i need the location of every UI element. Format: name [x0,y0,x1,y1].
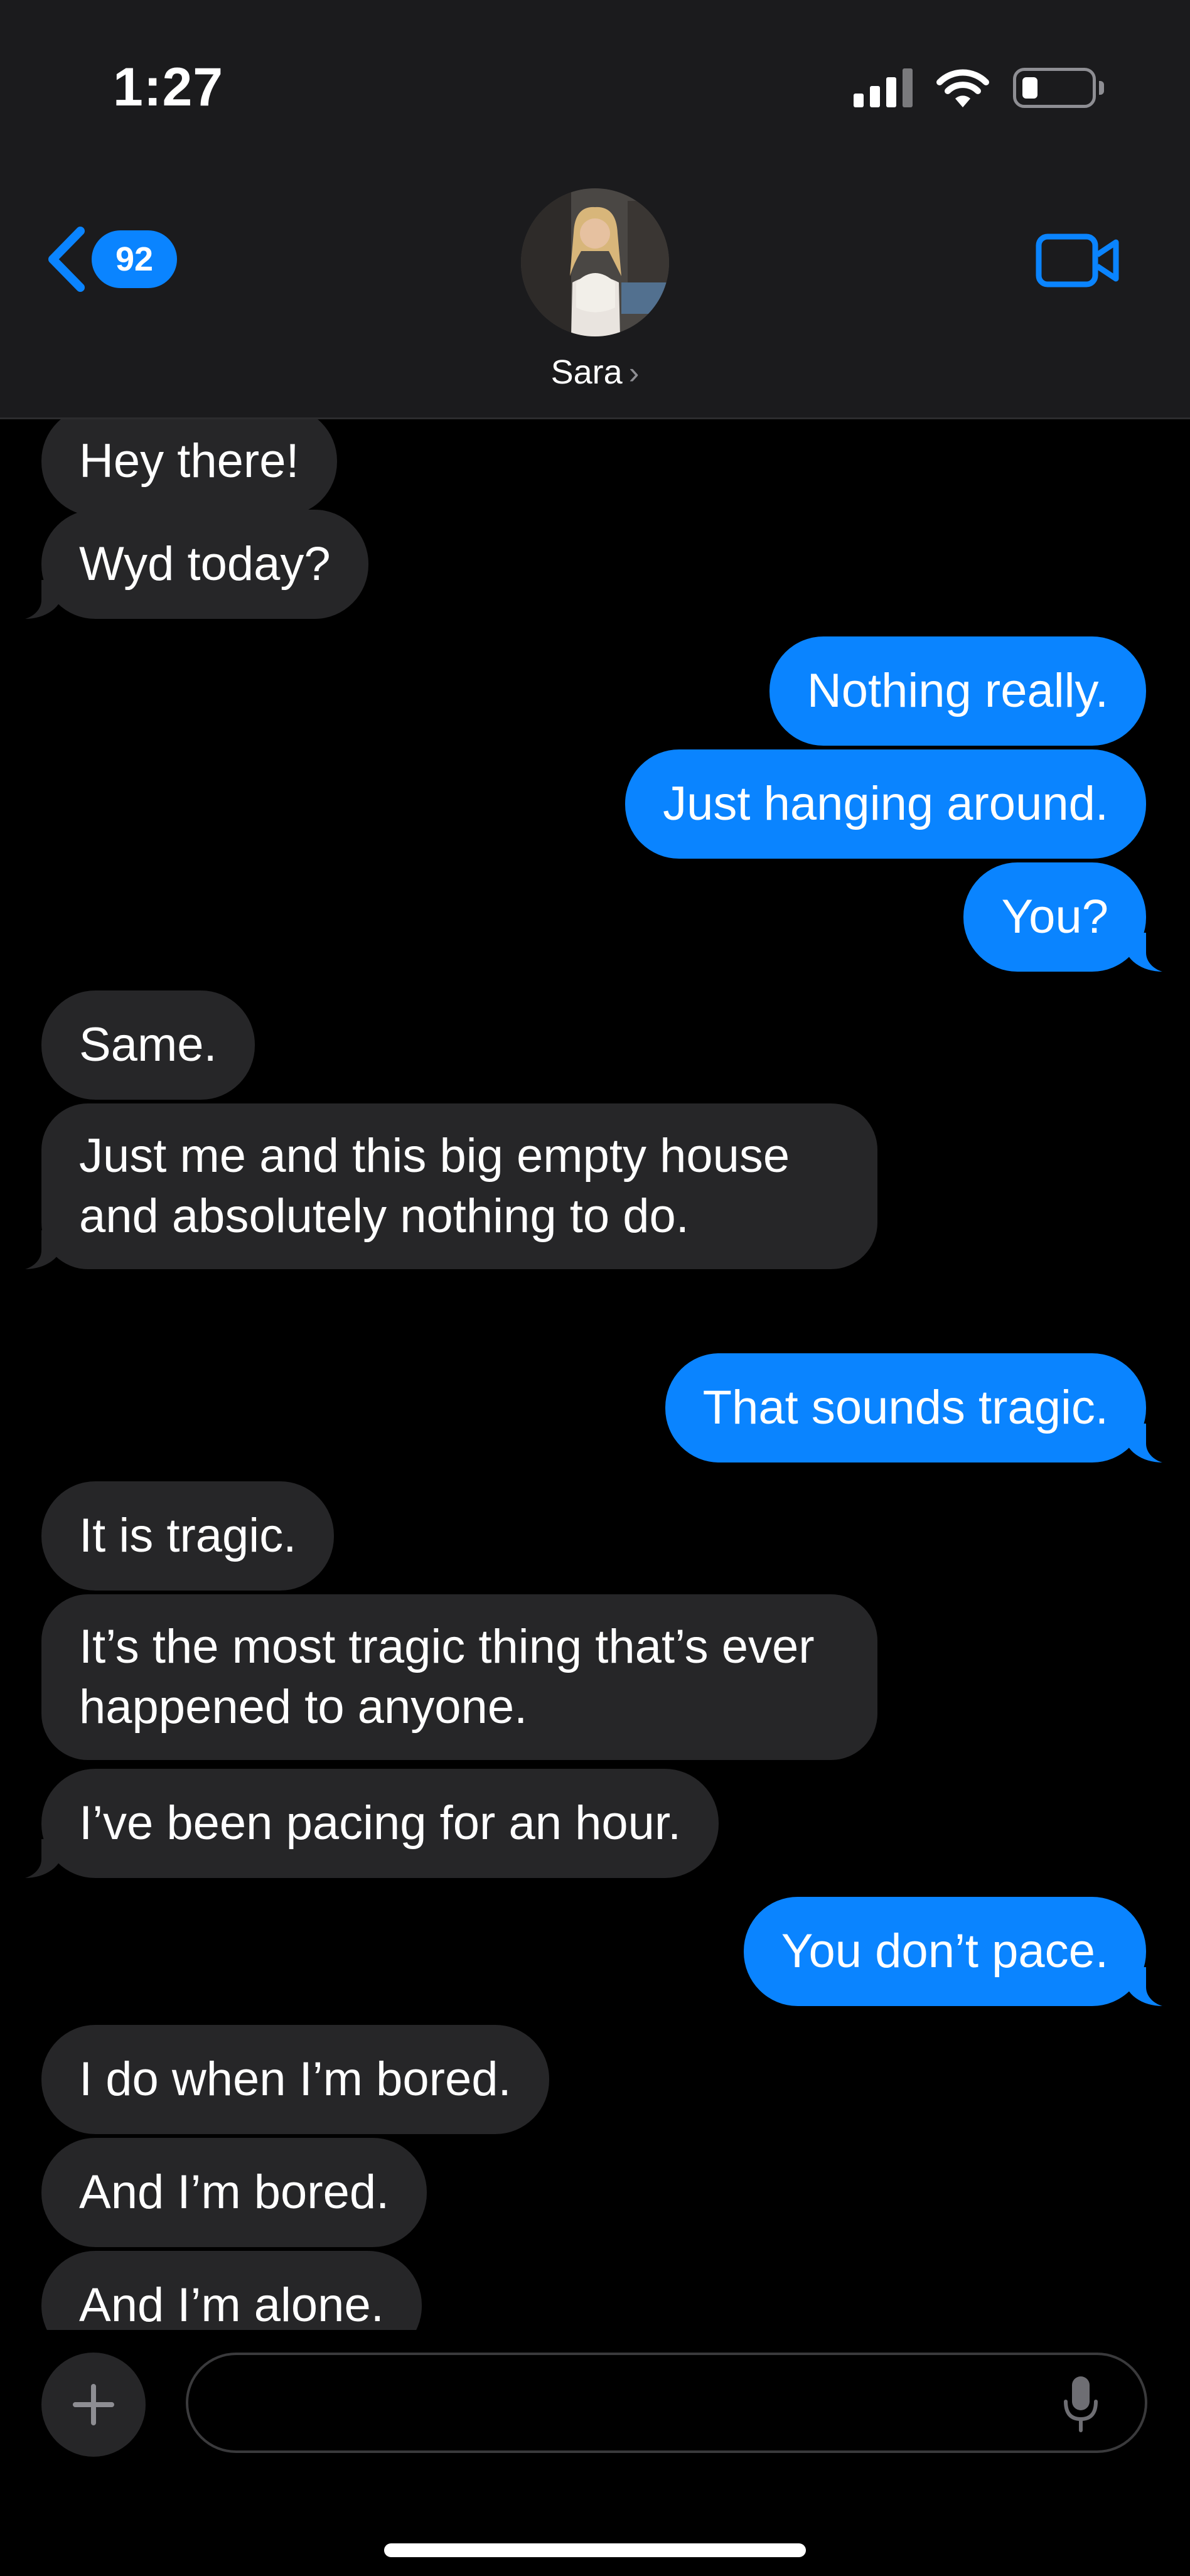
add-attachment-button[interactable] [41,2353,146,2457]
message-bubble-outgoing: Just hanging around. [625,749,1146,859]
message-bubble-incoming: Hey there! [41,419,337,516]
message-composer [0,2330,1190,2576]
conversation-header: 92 Sara › [0,157,1190,419]
message-bubble-outgoing: You? [963,862,1176,973]
signal-icon [854,68,913,107]
unread-count-badge: 92 [92,230,177,288]
video-call-button[interactable] [1036,233,1120,291]
message-input[interactable] [226,2374,1044,2433]
message-bubble-outgoing: You don’t pace. [743,1897,1177,2007]
message-bubble-incoming: And I’m alone. [41,2251,422,2330]
home-indicator[interactable] [384,2543,806,2557]
status-icons [854,63,1104,113]
contact-name: Sara [550,353,623,391]
status-bar: 1:27 [0,0,1190,157]
plus-icon [73,2384,114,2425]
dictation-button[interactable] [1061,2374,1101,2437]
battery-icon [1013,68,1104,108]
contact-avatar[interactable] [521,188,669,336]
message-bubble-outgoing: That sounds tragic. [665,1353,1177,1464]
message-bubble-incoming: And I’m bored. [41,2138,427,2247]
message-bubble-incoming: Same. [41,990,255,1100]
message-bubble-outgoing: Nothing really. [769,636,1146,746]
message-bubble-incoming: Wyd today? [11,510,368,620]
chevron-left-icon [48,227,85,292]
contact-name-button[interactable]: Sara › [0,353,1190,392]
message-thread[interactable]: Hey there! Wyd today? Nothing really. Ju… [0,419,1190,2330]
microphone-icon [1064,2376,1098,2432]
message-input-field[interactable] [186,2353,1147,2453]
message-bubble-incoming: It’s the most tragic thing that’s ever h… [41,1594,877,1760]
chevron-right-icon: › [628,355,640,390]
wifi-icon [936,69,989,107]
message-bubble-incoming: It is tragic. [41,1481,335,1591]
message-bubble-incoming: I do when I’m bored. [41,2025,549,2134]
message-bubble-incoming: Just me and this big empty house and abs… [11,1103,877,1270]
status-time: 1:27 [113,57,224,117]
video-call-icon [1036,233,1119,287]
message-bubble-incoming: I’ve been pacing for an hour. [11,1769,719,1879]
back-button[interactable]: 92 [44,225,177,294]
